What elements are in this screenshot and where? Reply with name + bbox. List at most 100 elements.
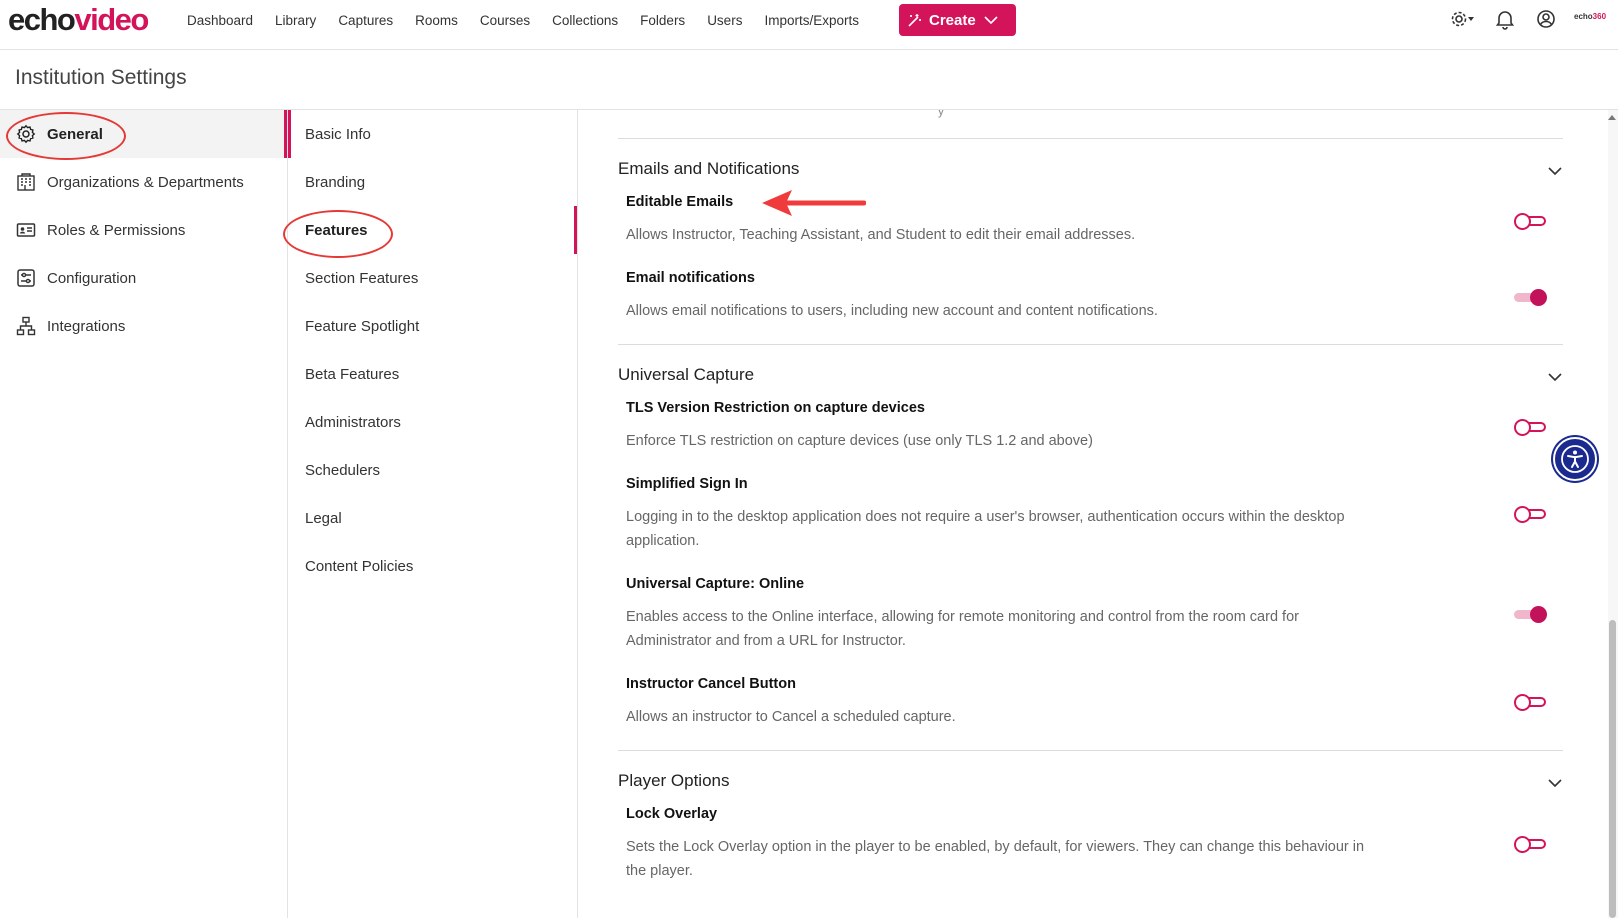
chevron-down-icon[interactable] [1546,774,1564,792]
scroll-up-arrow-icon[interactable] [1606,112,1618,122]
section-divider [618,138,1563,139]
section-divider [618,344,1563,345]
setting-title: TLS Version Restriction on capture devic… [626,400,925,416]
building-icon [16,172,36,192]
sidebar-item-configuration[interactable]: Configuration [0,254,287,302]
nav-courses[interactable]: Courses [480,13,530,28]
lock-overlay-toggle[interactable] [1514,835,1548,853]
subnav-content-policies[interactable]: Content Policies [288,542,577,590]
instructor-cancel-toggle[interactable] [1514,693,1548,711]
chevron-down-icon[interactable] [1546,368,1564,386]
features-content-panel: y Emails and Notifications Editable Emai… [578,110,1608,918]
subnav-feature-spotlight[interactable]: Feature Spotlight [288,302,577,350]
sidebar-item-label: General [47,125,103,143]
logo-text-video: video [74,2,149,37]
logo-text-echo: echo [8,2,76,37]
setting-title: Email notifications [626,270,755,286]
subnav-administrators[interactable]: Administrators [288,398,577,446]
notifications-bell-icon[interactable] [1495,8,1515,30]
general-subnav: Basic Info Branding Features Section Fea… [288,110,578,918]
nav-users[interactable]: Users [707,13,742,28]
sidebar-item-general[interactable]: General [0,110,287,158]
nav-imports-exports[interactable]: Imports/Exports [764,13,859,28]
sidebar-item-label: Organizations & Departments [47,173,244,191]
nav-collections[interactable]: Collections [552,13,618,28]
subnav-label: Schedulers [305,461,381,479]
nav-rooms[interactable]: Rooms [415,13,458,28]
sidebar-item-label: Roles & Permissions [47,221,186,239]
top-navigation-bar: echovideo Dashboard Library Captures Roo… [0,0,1618,50]
sidebar-item-roles-permissions[interactable]: Roles & Permissions [0,206,287,254]
subnav-beta-features[interactable]: Beta Features [288,350,577,398]
setting-title: Editable Emails [626,194,734,210]
tls-restriction-toggle[interactable] [1514,418,1548,436]
subnav-label: Features [305,221,368,239]
page-title: Institution Settings [15,66,187,89]
settings-gear-icon[interactable] [1450,8,1476,30]
gear-icon [16,124,36,144]
user-account-icon[interactable] [1535,8,1557,30]
sidebar-item-organizations[interactable]: Organizations & Departments [0,158,287,206]
setting-title: Instructor Cancel Button [626,676,796,692]
echovideo-logo[interactable]: echovideo [8,2,149,38]
echo360-logo: echo360 [1574,12,1606,21]
setting-description: Allows email notifications to users, inc… [626,303,1158,319]
section-title-universal-capture: Universal Capture [618,365,755,384]
create-button-label: Create [929,11,976,29]
subnav-basic-info[interactable]: Basic Info [288,110,577,158]
network-icon [16,316,36,336]
setting-description: Allows an instructor to Cancel a schedul… [626,709,956,725]
annotation-arrow-icon [760,188,867,223]
setting-title: Universal Capture: Online [626,576,805,592]
page-header: Institution Settings [0,50,1618,110]
nav-folders[interactable]: Folders [640,13,685,28]
section-title-emails-notifications: Emails and Notifications [618,159,800,178]
universal-capture-online-toggle[interactable] [1514,605,1548,623]
nav-captures[interactable]: Captures [338,13,393,28]
toggle-knob [1530,606,1547,623]
subnav-label: Feature Spotlight [305,317,420,335]
create-button[interactable]: Create [899,4,1016,36]
sliders-icon [16,268,36,288]
subnav-branding[interactable]: Branding [288,158,577,206]
setting-title: Simplified Sign In [626,476,748,492]
magic-wand-icon [907,12,923,28]
subnav-section-features[interactable]: Section Features [288,254,577,302]
subnav-indicator [288,110,291,158]
subnav-label: Administrators [305,413,401,431]
main-nav-links: Dashboard Library Captures Rooms Courses… [176,0,870,40]
subnav-schedulers[interactable]: Schedulers [288,446,577,494]
toggle-knob [1514,419,1531,436]
setting-description: Enforce TLS restriction on capture devic… [626,433,1093,449]
toggle-knob [1530,289,1547,306]
subnav-legal[interactable]: Legal [288,494,577,542]
sidebar-item-label: Integrations [47,317,126,335]
setting-description: Logging in to the desktop application do… [626,509,1345,549]
sidebar-item-label: Configuration [47,269,137,287]
setting-description: Enables access to the Online interface, … [626,609,1299,649]
subnav-label: Legal [305,509,342,527]
chevron-down-icon[interactable] [1546,162,1564,180]
subnav-label: Beta Features [305,365,400,383]
subnav-label: Branding [305,173,366,191]
subnav-features[interactable]: Features [288,206,577,254]
cut-off-text: y [938,110,944,118]
toggle-knob [1514,836,1531,853]
sidebar-item-integrations[interactable]: Integrations [0,302,287,350]
echo360-logo-text: echo [1574,12,1593,21]
subnav-label: Content Policies [305,557,414,575]
id-card-icon [16,220,36,240]
nav-library[interactable]: Library [275,13,316,28]
accessibility-person-icon [1560,444,1590,474]
setting-description: Allows Instructor, Teaching Assistant, a… [626,227,1136,243]
email-notifications-toggle[interactable] [1514,288,1548,306]
scrollbar-thumb[interactable] [1609,620,1616,918]
settings-sidebar: General Organizations & Departments Role… [0,110,288,918]
nav-dashboard[interactable]: Dashboard [187,13,253,28]
toggle-knob [1514,694,1531,711]
subnav-label: Basic Info [305,125,371,143]
simplified-sign-in-toggle[interactable] [1514,505,1548,523]
editable-emails-toggle[interactable] [1514,212,1548,230]
toggle-knob [1514,506,1531,523]
accessibility-button[interactable] [1553,437,1597,481]
